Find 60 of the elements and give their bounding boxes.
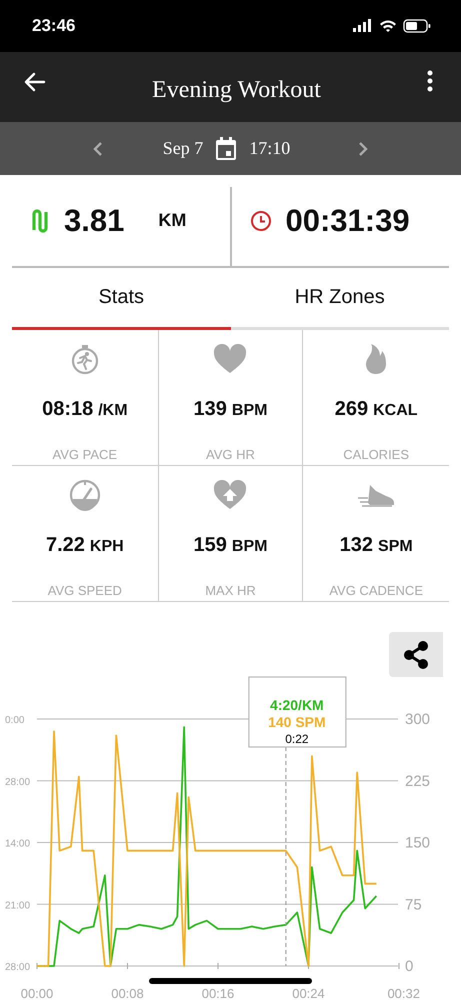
flame-icon bbox=[364, 343, 388, 375]
stat-label: CALORIES bbox=[343, 447, 410, 462]
status-time: 23:46 bbox=[32, 16, 76, 36]
axis-label: 150 bbox=[405, 834, 430, 852]
stat-value: 139 bbox=[194, 398, 227, 421]
stat-value: 159 bbox=[194, 534, 227, 557]
distance-value: 3.81 bbox=[64, 202, 124, 238]
stat-label: MAX HR bbox=[205, 583, 256, 598]
share-icon bbox=[402, 640, 430, 670]
stat-value: 7.22 bbox=[46, 534, 85, 557]
signal-icon bbox=[353, 19, 373, 33]
heart-icon bbox=[213, 344, 248, 374]
tooltip-time: 0:22 bbox=[285, 732, 309, 746]
workout-time: 17:10 bbox=[249, 138, 290, 159]
share-button[interactable] bbox=[389, 632, 443, 677]
clock-icon bbox=[250, 210, 272, 232]
tab[interactable]: Stats bbox=[12, 268, 230, 330]
more-icon[interactable] bbox=[427, 70, 433, 92]
stat-unit: /KM bbox=[98, 402, 128, 420]
axis-label: 0 bbox=[405, 958, 414, 975]
stat-value: 08:18 bbox=[42, 398, 94, 421]
axis-label: 300 bbox=[405, 711, 430, 728]
stat-label: AVG PACE bbox=[52, 447, 118, 462]
axis-label: 00:24 bbox=[292, 986, 325, 1000]
stat-value: 132 bbox=[340, 534, 374, 557]
screen-title: Evening Workout bbox=[152, 76, 321, 104]
stat-unit: SPM bbox=[378, 538, 413, 556]
stat-unit: BPM bbox=[232, 538, 268, 556]
next-icon[interactable] bbox=[358, 140, 368, 156]
stat-label: AVG SPEED bbox=[48, 583, 122, 598]
gauge-icon bbox=[68, 479, 101, 511]
duration-value: 00:31:39 bbox=[286, 202, 410, 238]
previous-icon[interactable] bbox=[92, 140, 103, 156]
axis-label: 00:00 bbox=[20, 986, 54, 1000]
wifi-icon bbox=[379, 19, 397, 33]
tooltip-cadence: 140 SPM bbox=[268, 714, 326, 730]
stat-unit: KCAL bbox=[373, 402, 418, 420]
stat-unit: BPM bbox=[232, 402, 268, 420]
tab[interactable]: HR Zones bbox=[230, 268, 449, 330]
axis-label: 00:08 bbox=[111, 986, 144, 1000]
axis-label: 0:00 bbox=[5, 715, 24, 726]
axis-label: 14:00 bbox=[5, 838, 30, 850]
axis-label: 00:16 bbox=[202, 986, 234, 1000]
axis-label: 28:00 bbox=[5, 962, 30, 973]
stat-value: 269 bbox=[334, 398, 368, 421]
calendar-icon[interactable] bbox=[215, 136, 238, 160]
back-icon[interactable] bbox=[24, 72, 46, 92]
workout-date: Sep 7 bbox=[162, 138, 204, 159]
distance-unit: KM bbox=[158, 210, 186, 231]
tooltip-pace: 4:20/KM bbox=[270, 697, 324, 713]
axis-label: 21:00 bbox=[5, 900, 30, 912]
axis-label: 00:32 bbox=[387, 986, 420, 1000]
axis-label: 225 bbox=[405, 772, 430, 790]
stat-label: AVG CADENCE bbox=[329, 583, 423, 598]
heart-up-icon bbox=[213, 480, 248, 510]
axis-label: 28:00 bbox=[5, 776, 30, 788]
stat-label: AVG HR bbox=[206, 447, 255, 462]
axis-label: 75 bbox=[405, 896, 422, 914]
battery-icon bbox=[403, 19, 431, 33]
stat-unit: KPH bbox=[90, 538, 124, 556]
